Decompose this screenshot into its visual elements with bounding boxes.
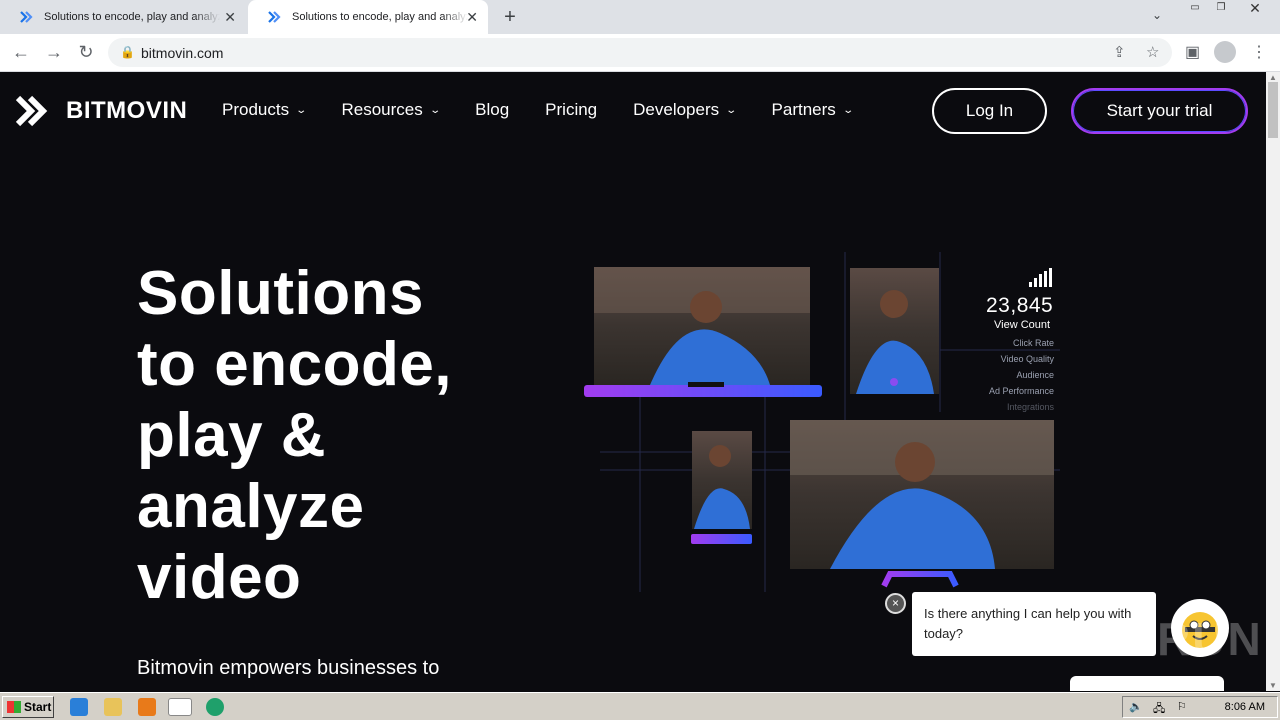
folder-icon[interactable] xyxy=(104,698,122,716)
minimize-icon[interactable]: ▭ xyxy=(1184,2,1206,20)
tab-title: Solutions to encode, play and analyze vi… xyxy=(292,11,468,23)
start-label: Start xyxy=(24,700,52,714)
share-icon[interactable]: ⇪ xyxy=(1113,43,1126,61)
tab-search-chevron-icon[interactable]: ⌄ xyxy=(1152,8,1162,22)
new-tab-button[interactable]: + xyxy=(500,6,520,29)
clock: 8:06 AM xyxy=(1224,701,1265,713)
flag-icon[interactable]: ⚐ xyxy=(1177,700,1187,713)
scroll-up-icon[interactable]: ▲ xyxy=(1269,73,1277,82)
system-tray: 🔈 🖧 ⚐ 8:06 AM xyxy=(1122,696,1278,718)
volume-icon[interactable]: 🔈 xyxy=(1129,700,1143,713)
close-window-icon[interactable]: ✕ xyxy=(1244,0,1266,18)
metric-label: Ad Performance xyxy=(988,386,1054,396)
edge-icon[interactable] xyxy=(206,698,224,716)
back-arrow-icon[interactable]: ← xyxy=(10,42,32,63)
close-tab-icon[interactable]: ✕ xyxy=(466,9,478,26)
windows-taskbar: Start 🔈 🖧 ⚐ 8:06 AM xyxy=(0,692,1280,720)
signal-bars-icon xyxy=(1029,268,1052,287)
view-count-label: View Count xyxy=(994,319,1051,331)
browser-tab-1[interactable]: Solutions to encode, play and analyze vi… xyxy=(0,0,246,34)
page-scrollbar[interactable]: ▲ ▼ xyxy=(1266,72,1280,691)
metric-label: Integrations xyxy=(1006,402,1054,412)
network-icon[interactable]: 🖧 xyxy=(1153,700,1165,719)
bitmovin-favicon-icon xyxy=(20,9,36,25)
lock-icon: 🔒 xyxy=(120,45,135,59)
side-panel-icon[interactable]: ▣ xyxy=(1185,42,1200,62)
metric-label: Audience xyxy=(1016,370,1054,380)
chat-close-button[interactable]: × xyxy=(885,593,906,614)
internet-explorer-icon[interactable] xyxy=(70,698,88,716)
bitmovin-favicon-icon xyxy=(268,9,284,25)
video-thumbnail-portrait xyxy=(850,268,939,394)
web-page: BITMOVIN Products ⌄ Resources ⌄ Blog Prici… xyxy=(0,72,1266,691)
metric-label: Click Rate xyxy=(1012,338,1054,348)
scroll-down-icon[interactable]: ▼ xyxy=(1269,681,1277,690)
reload-icon[interactable]: ↻ xyxy=(75,42,97,63)
forward-arrow-icon[interactable]: → xyxy=(43,42,65,63)
start-button[interactable]: Start xyxy=(2,696,54,718)
chrome-taskbar-icon[interactable] xyxy=(168,698,192,716)
browser-toolbar: ← → ↻ 🔒 bitmovin.com ⇪ ☆ ▣ ⋮ xyxy=(0,34,1280,72)
menu-kebab-icon[interactable]: ⋮ xyxy=(1251,42,1267,62)
partial-white-panel xyxy=(1070,676,1224,691)
bookmark-star-icon[interactable]: ☆ xyxy=(1146,43,1159,61)
tab-title: Solutions to encode, play and analyze vi… xyxy=(44,11,220,23)
address-bar[interactable]: 🔒 bitmovin.com ⇪ ☆ xyxy=(108,38,1172,67)
windows-logo-icon xyxy=(7,701,21,713)
view-count-value: 23,845 xyxy=(986,294,1054,317)
close-tab-icon[interactable]: ✕ xyxy=(224,9,236,26)
video-thumbnail-large xyxy=(584,267,822,397)
scrollbar-thumb[interactable] xyxy=(1268,82,1278,138)
url-text[interactable]: bitmovin.com xyxy=(141,45,223,61)
metric-label: Video Quality xyxy=(1000,354,1054,364)
video-thumbnail-small xyxy=(691,431,752,544)
browser-tab-2-active[interactable]: Solutions to encode, play and analyze vi… xyxy=(248,0,488,34)
tab-strip: Solutions to encode, play and analyze vi… xyxy=(0,0,1280,34)
restore-icon[interactable]: ❐ xyxy=(1210,2,1232,20)
video-thumbnail-wide xyxy=(790,420,1054,588)
media-player-icon[interactable] xyxy=(138,698,156,716)
profile-avatar-icon[interactable] xyxy=(1214,41,1236,63)
watermark-text: ANY RUN xyxy=(1040,613,1263,665)
